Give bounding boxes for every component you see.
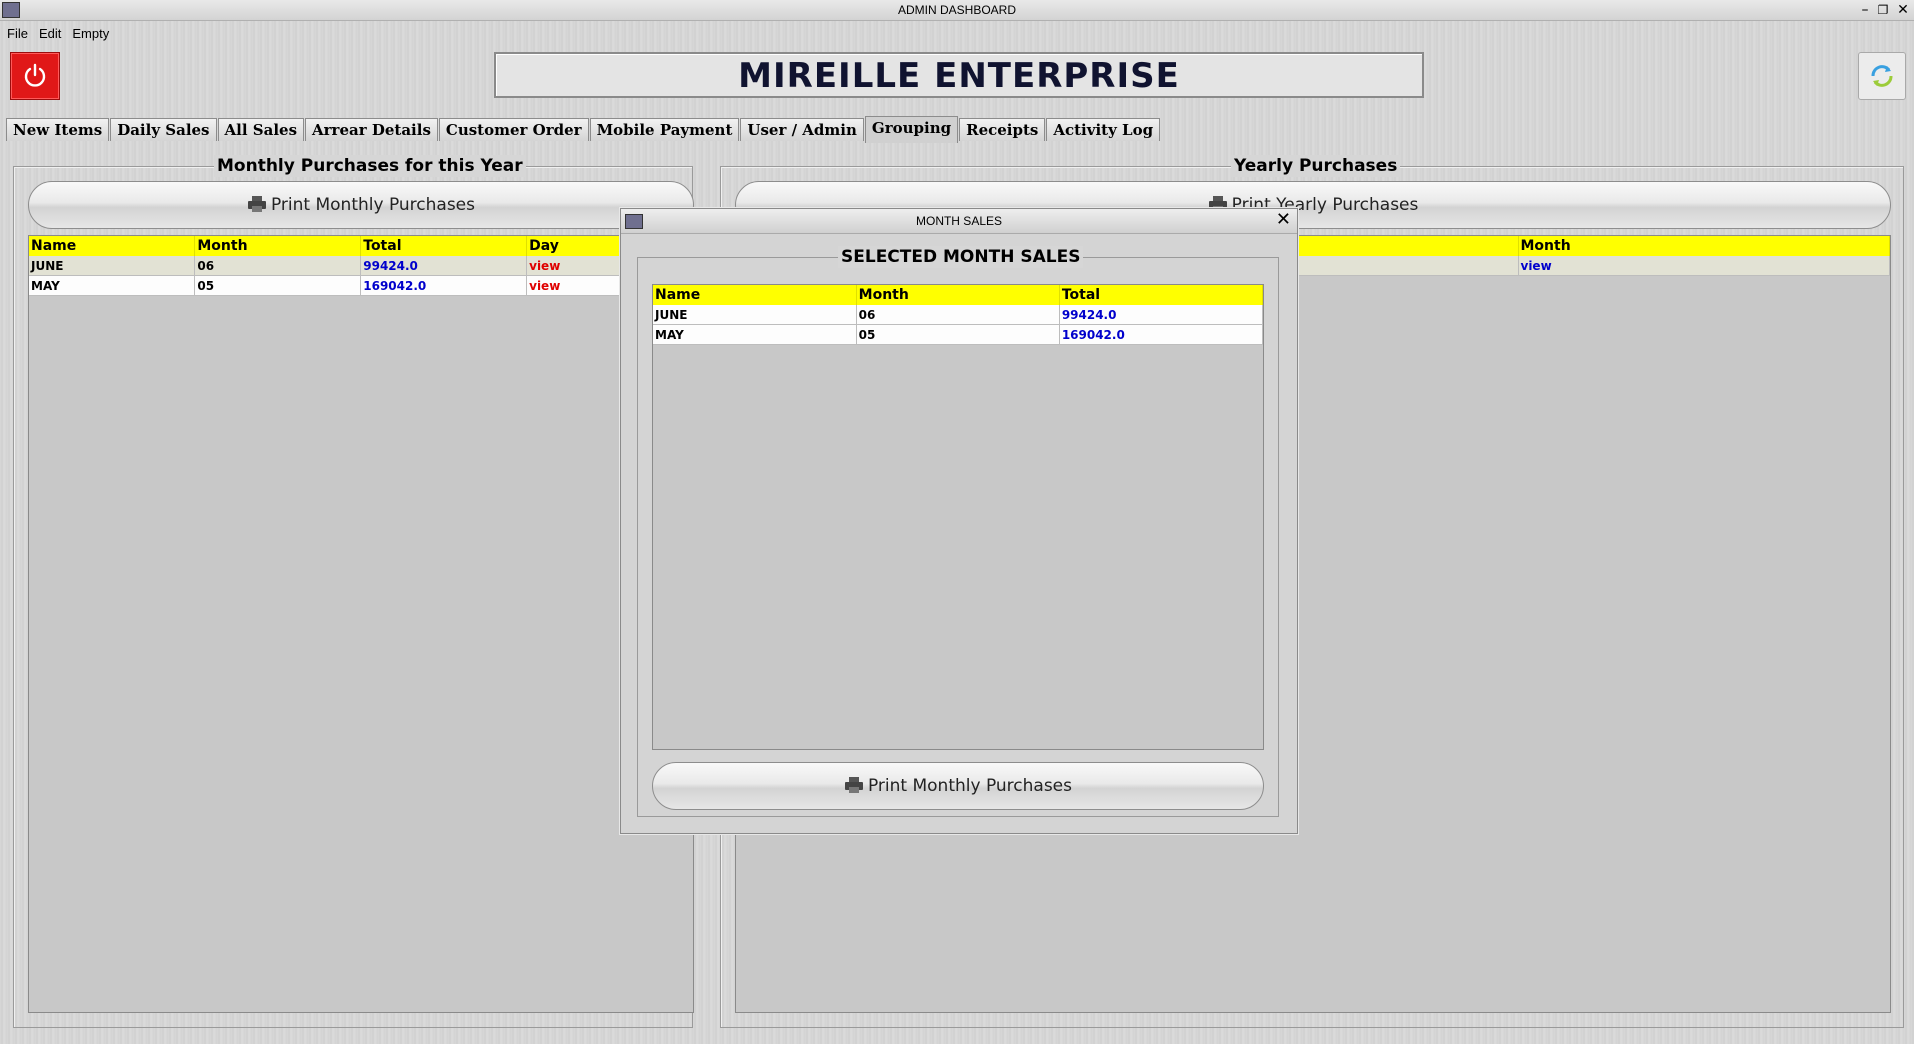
month-sales-dialog: MONTH SALES ✕ SELECTED MONTH SALES Name … [620, 208, 1298, 834]
cell-month: 05 [194, 275, 362, 296]
tab-grouping[interactable]: Grouping [864, 116, 959, 143]
cell-total: 169042.0 [360, 275, 528, 296]
tab-customer-order[interactable]: Customer Order [438, 118, 589, 141]
close-button[interactable]: ✕ [1894, 1, 1912, 19]
menu-file[interactable]: File [3, 21, 32, 47]
window-titlebar: ADMIN DASHBOARD – ❐ ✕ [0, 0, 1914, 21]
column-header[interactable]: Month [1518, 236, 1890, 256]
tab-receipts[interactable]: Receipts [959, 118, 1046, 141]
column-header[interactable]: Total [1059, 285, 1264, 305]
selected-month-sales-table: Name Month Total JUNE 06 99424.0 MAY 05 … [652, 284, 1264, 750]
refresh-button[interactable] [1858, 52, 1906, 100]
dialog-print-monthly-purchases-button[interactable]: Print Monthly Purchases [652, 762, 1264, 810]
menu-empty[interactable]: Empty [68, 21, 113, 47]
print-monthly-label: Print Monthly Purchases [270, 195, 476, 215]
monthly-purchases-panel: Monthly Purchases for this Year Print Mo… [13, 155, 694, 1028]
cell-month: 05 [856, 324, 1060, 345]
cell-total: 99424.0 [360, 256, 528, 276]
print-monthly-purchases-button[interactable]: Print Monthly Purchases [28, 181, 694, 229]
view-link[interactable]: view [1518, 256, 1890, 276]
cell-name: JUNE [653, 305, 857, 325]
tab-bar: New Items Daily Sales All Sales Arrear D… [6, 116, 1161, 143]
column-header[interactable]: Month [194, 236, 362, 256]
column-header[interactable]: Total [360, 236, 528, 256]
maximize-button[interactable]: ❐ [1874, 1, 1892, 19]
column-header[interactable]: Month [856, 285, 1060, 305]
tab-daily-sales[interactable]: Daily Sales [110, 118, 217, 141]
cell-month: 06 [194, 256, 362, 276]
dialog-titlebar: MONTH SALES ✕ [621, 209, 1297, 234]
column-header[interactable]: Name [29, 236, 196, 256]
cell-month: 06 [856, 305, 1060, 325]
printer-icon [247, 196, 266, 212]
dialog-title: MONTH SALES [915, 214, 1002, 228]
power-button[interactable] [10, 52, 60, 100]
window-title: ADMIN DASHBOARD [897, 3, 1016, 17]
minimize-button[interactable]: – [1856, 1, 1874, 19]
selected-month-sales-section: SELECTED MONTH SALES Name Month Total JU… [637, 246, 1279, 817]
cell-total: 169042.0 [1059, 324, 1264, 345]
cell-name: MAY [653, 324, 857, 345]
tab-activity-log[interactable]: Activity Log [1046, 118, 1161, 141]
dialog-print-label: Print Monthly Purchases [867, 776, 1073, 796]
table-row[interactable]: MAY 05 169042.0 view [29, 275, 693, 296]
menu-bar: File Edit Empty [0, 21, 1914, 47]
table-row[interactable]: JUNE 06 99424.0 view [29, 256, 693, 276]
tab-all-sales[interactable]: All Sales [217, 118, 305, 141]
cell-name: JUNE [29, 256, 196, 276]
yearly-purchases-title: Yearly Purchases [1231, 155, 1401, 177]
tab-user-admin[interactable]: User / Admin [740, 118, 864, 141]
cell-total: 99424.0 [1059, 305, 1264, 325]
power-icon [24, 63, 46, 87]
selected-month-sales-title: SELECTED MONTH SALES [838, 246, 1084, 268]
tab-mobile-payment[interactable]: Mobile Payment [589, 118, 740, 141]
brand-title: MIREILLE ENTERPRISE [738, 56, 1180, 96]
monthly-purchases-title: Monthly Purchases for this Year [214, 155, 526, 177]
column-header[interactable]: Name [653, 285, 857, 305]
tab-arrear-details[interactable]: Arrear Details [305, 118, 438, 141]
brand-banner: MIREILLE ENTERPRISE [494, 52, 1424, 98]
menu-edit[interactable]: Edit [35, 21, 65, 47]
dialog-close-button[interactable]: ✕ [1276, 210, 1291, 230]
cell-name: MAY [29, 275, 196, 296]
printer-icon [844, 777, 863, 793]
refresh-icon [1871, 65, 1893, 87]
monthly-purchases-table: Name Month Total Day JUNE 06 99424.0 vie… [28, 235, 694, 1013]
tab-new-items[interactable]: New Items [6, 118, 110, 141]
table-row[interactable]: MAY 05 169042.0 [653, 324, 1264, 345]
table-row[interactable]: JUNE 06 99424.0 [653, 305, 1264, 325]
